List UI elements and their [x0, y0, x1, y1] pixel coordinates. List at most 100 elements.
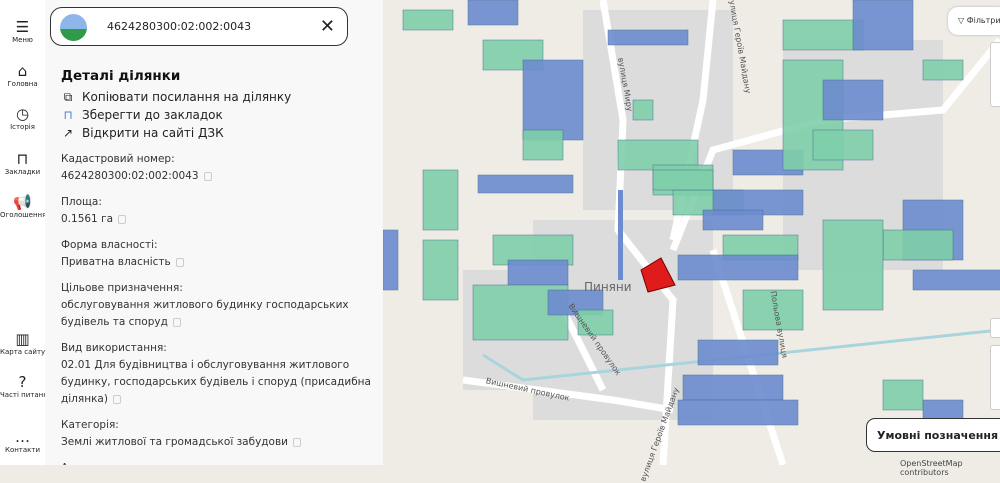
parcel [912, 269, 1000, 291]
megaphone-icon: 📢 [13, 193, 32, 211]
open-dzk-link[interactable]: ↗ Відкрити на сайті ДЗК [61, 124, 376, 142]
parcel [607, 29, 689, 46]
rail-item[interactable]: ⊓ Закладки [0, 150, 45, 176]
logo-icon [60, 14, 87, 41]
detail-field: Категорія: Землі житлової та громадської … [61, 417, 376, 451]
chat-icon: … [15, 428, 30, 446]
parcel [422, 169, 459, 231]
question-icon: ? [18, 373, 27, 391]
close-icon[interactable]: ✕ [320, 16, 335, 37]
search-input[interactable]: 4624280300:02:002:0043 [107, 20, 251, 33]
search-box[interactable]: 4624280300:02:002:0043 ✕ [50, 7, 348, 46]
external-link-icon: ↗ [62, 126, 74, 140]
parcel [402, 9, 454, 31]
field-label: Цільове призначення: [61, 282, 183, 294]
rail-label: Оголошення [0, 211, 45, 219]
field-label: Форма власності: [61, 239, 158, 251]
zoom-controls[interactable] [990, 345, 1000, 410]
parcel [812, 129, 874, 161]
copy-icon[interactable] [203, 171, 212, 181]
parcel [852, 0, 914, 51]
locate-button[interactable] [990, 318, 1000, 338]
sidebar-rail: ☰ Меню ⌂ Головна ◷ Історія ⊓ Закладки 📢 Оголошенн… [0, 0, 45, 465]
field-label: Кадастровий номер: [61, 153, 175, 165]
field-label: Адреса: [61, 460, 376, 465]
copy-icon[interactable] [175, 257, 184, 267]
field-label: Площа: [61, 196, 102, 208]
rail-item[interactable]: ◷ Історія [0, 105, 45, 131]
field-value: 02.01 Для будівництва і обслуговування ж… [61, 359, 371, 405]
rail-item[interactable]: ⌂ Головна [0, 62, 45, 88]
rail-label: Часті питання [0, 391, 45, 399]
parcel [922, 59, 964, 81]
rail-item[interactable]: … Контакти [0, 428, 45, 454]
parcel [522, 129, 564, 161]
field-label: Категорія: [61, 419, 119, 431]
filter-button[interactable]: ▽ Фільтри [948, 7, 1000, 35]
field-value: 4624280300:02:002:0043 [61, 170, 199, 182]
rail-item[interactable]: ☰ Меню [0, 18, 45, 44]
village-label: Пиняни [584, 280, 632, 294]
parcel [522, 59, 584, 141]
filter-icon: ▽ [958, 16, 967, 25]
copy-link-button[interactable]: ⧉ Копіювати посилання на ділянку [61, 88, 376, 106]
legend-label: Умовні позначення [877, 429, 999, 442]
parcel-details: Деталі ділянки ⧉ Копіювати посилання на д… [61, 68, 376, 465]
rail-label: Меню [12, 36, 33, 44]
parcel [383, 229, 399, 291]
detail-field: Кадастровий номер: 4624280300:02:002:0043 [61, 151, 376, 185]
field-value: обслуговування житлового будинку господа… [61, 299, 349, 328]
rail-label: Карта сайту [0, 348, 45, 356]
parcel [882, 379, 924, 411]
parcel [882, 229, 954, 261]
rail-item[interactable]: ▥ Карта сайту [0, 330, 45, 356]
map-icon: ▥ [15, 330, 30, 348]
rail-item[interactable]: ?Часті питання [0, 373, 45, 399]
parcel [652, 169, 714, 191]
field-value: Землі житлової та громадської забудови [61, 436, 288, 448]
parcel [677, 399, 799, 426]
field-value: Приватна власність [61, 256, 171, 268]
map-tools[interactable] [990, 42, 1000, 107]
parcel [618, 190, 623, 280]
attribution: OpenStreetMap contributors [900, 459, 963, 477]
bookmark-button[interactable]: ⊓ Зберегти до закладок [61, 106, 376, 124]
parcel [697, 339, 779, 366]
parcel [922, 399, 964, 421]
parcel [822, 79, 884, 121]
parcel [822, 219, 884, 311]
rail-label: Головна [7, 80, 38, 88]
bookmark-icon: ⊓ [63, 108, 73, 122]
copy-icon[interactable] [118, 214, 127, 224]
copy-icon[interactable] [112, 394, 121, 404]
field-value: 0.1561 га [61, 213, 114, 225]
clock-icon: ◷ [15, 105, 30, 123]
rail-item[interactable]: 📢 Оголошення [0, 193, 45, 219]
field-label: Вид використання: [61, 342, 167, 354]
legend-toggle[interactable]: Умовні позначення ‹ [866, 418, 1000, 452]
parcel [477, 174, 574, 194]
detail-field: Цільове призначення: обслуговування житло… [61, 280, 376, 331]
detail-field: Площа: 0.1561 га [61, 194, 376, 228]
action-label: Копіювати посилання на ділянку [82, 90, 292, 104]
map[interactable] [383, 0, 1000, 465]
parcel [677, 254, 799, 281]
copy-icon[interactable] [172, 317, 181, 327]
details-panel: 4624280300:02:002:0043 ✕ Деталі ділянки … [45, 0, 383, 465]
parcel [782, 19, 864, 51]
rail-label: Контакти [4, 446, 41, 454]
parcel [702, 209, 764, 231]
menu-icon: ☰ [15, 18, 30, 36]
parcel [507, 259, 569, 286]
copy-icon[interactable] [292, 437, 301, 447]
parcel [422, 239, 459, 301]
bookmark-icon: ⊓ [16, 150, 29, 168]
detail-field: Форма власності: Приватна власність [61, 237, 376, 271]
detail-field: Вид використання: 02.01 Для будівництва і… [61, 340, 376, 408]
parcel [467, 0, 519, 26]
parcel [632, 99, 654, 121]
action-label: Відкрити на сайті ДЗК [82, 126, 224, 140]
page-title: Деталі ділянки [61, 68, 181, 84]
rail-label: Історія [10, 123, 35, 131]
detail-field: Адреса:Дані відсутні [61, 460, 376, 465]
